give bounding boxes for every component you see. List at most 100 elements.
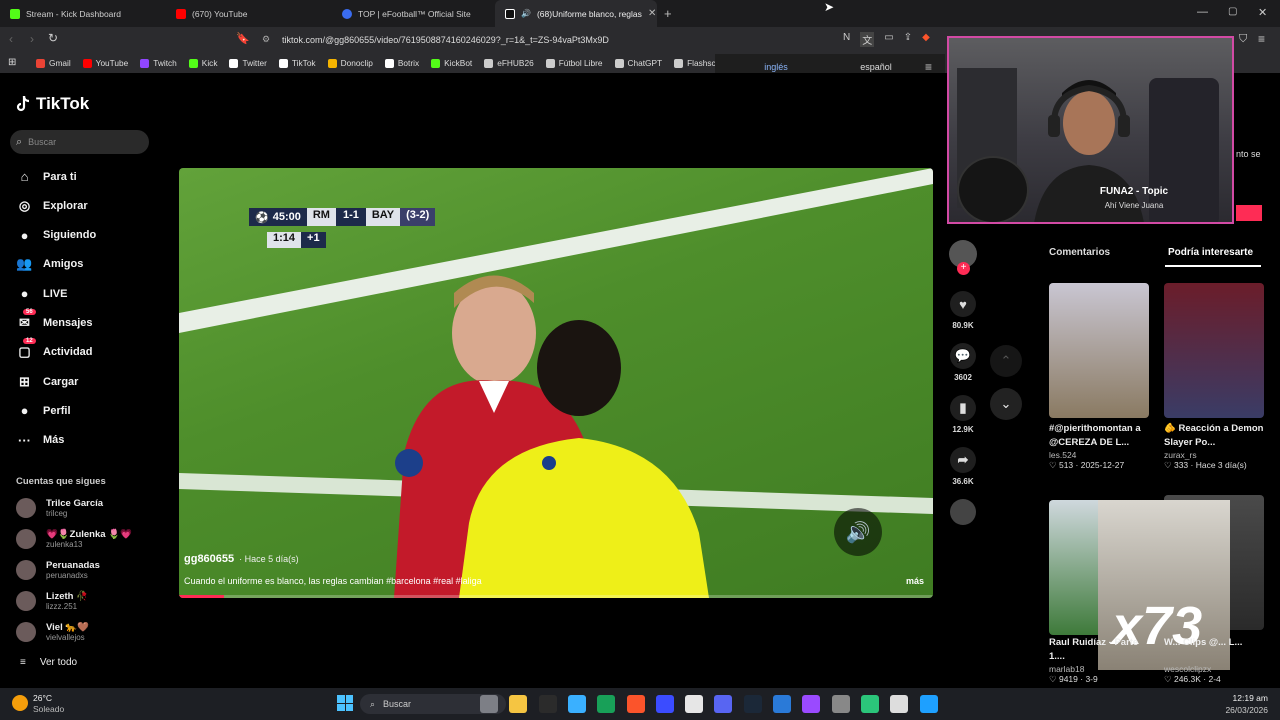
bookmark-9[interactable]: eFHUB26	[484, 58, 534, 68]
cast-icon[interactable]: ▭	[884, 32, 893, 47]
sound-disc-icon[interactable]	[950, 499, 976, 525]
brave-icon[interactable]: ◆	[922, 32, 930, 47]
taskbar-app-icon[interactable]	[831, 695, 850, 713]
menu-icon[interactable]: ≡	[1258, 32, 1265, 46]
bookmark-1[interactable]: YouTube	[82, 58, 128, 68]
sidebar-item-8[interactable]: ● Perfil	[16, 402, 71, 419]
see-all-link[interactable]: ≡ Ver todo	[20, 657, 77, 668]
taskbar-app-icon[interactable]	[773, 695, 791, 713]
taskbar-app-icon[interactable]	[890, 695, 909, 713]
weather-sun-icon	[12, 695, 28, 711]
bookmark-10[interactable]: Fútbol Libre	[545, 58, 603, 68]
taskbar-app-icon[interactable]	[626, 695, 645, 713]
next-video-icon[interactable]: ⌄	[990, 388, 1022, 420]
volume-icon[interactable]: 🔊	[834, 508, 882, 556]
taskbar-app-icon[interactable]	[567, 695, 586, 713]
related-card-thumb-1[interactable]	[1049, 283, 1149, 418]
shield-icon[interactable]: ⛉	[1239, 33, 1247, 46]
video-progress-track[interactable]	[179, 595, 933, 598]
save-button[interactable]: ▮ 12.9K	[948, 395, 978, 434]
tab-kick-dashboard[interactable]: Stream - Kick Dashboard	[0, 0, 166, 27]
taskbar-app-icon[interactable]	[538, 695, 557, 713]
translate-menu-icon[interactable]: ≡	[925, 60, 932, 74]
sidebar-item-9[interactable]: ··· Más	[16, 432, 64, 449]
video-player[interactable]: ⚽ 45:00 RM 1-1 BAY (3-2) 1:14 +1 🔊 gg860…	[179, 168, 933, 598]
maximize-button[interactable]: ▢	[1228, 6, 1237, 17]
bookmark-8[interactable]: KickBot	[431, 58, 472, 68]
sidebar-item-3[interactable]: 👥 Amigos	[16, 256, 83, 273]
following-item[interactable]: 💗🌷Zulenka 🌷💗 zulenka13	[16, 529, 132, 549]
previous-video-icon[interactable]: ⌃	[990, 345, 1022, 377]
caption-more-button[interactable]: más	[906, 576, 924, 586]
sidebar-item-2[interactable]: ● Siguiendo	[16, 227, 97, 244]
windows-start-icon[interactable]	[337, 695, 353, 711]
taskbar-app-icon[interactable]	[655, 695, 674, 713]
taskbar-app-icon[interactable]	[714, 695, 733, 713]
clock-time[interactable]: 12:19 am	[1200, 693, 1268, 703]
video-author[interactable]: gg860655	[184, 553, 234, 565]
author-avatar[interactable]: +	[949, 240, 977, 275]
bookmark-4[interactable]: Twitter	[229, 58, 267, 68]
sidebar-item-0[interactable]: ⌂ Para ti	[16, 168, 77, 185]
bookmark-0[interactable]: Gmail	[36, 58, 71, 68]
reader-icon[interactable]: N	[843, 32, 850, 47]
taskbar-search-icon: ⌕	[370, 698, 376, 709]
tab-tiktok-active[interactable]: 🔊 (68)Uniforme blanco, reglas d ✕	[495, 0, 657, 27]
share-icon[interactable]: ⇪	[904, 32, 912, 47]
sidebar-item-1[interactable]: ◎ Explorar	[16, 197, 88, 214]
weather-temp[interactable]: 26°C	[33, 693, 52, 703]
back-icon[interactable]: ‹	[9, 32, 13, 46]
tab-related[interactable]: Podría interesarte	[1168, 247, 1253, 258]
new-tab-button[interactable]: +	[664, 6, 672, 21]
close-window-button[interactable]: ✕	[1258, 6, 1267, 19]
close-tab-icon[interactable]: ✕	[648, 8, 656, 19]
address-bar[interactable]: ⚙ tiktok.com/@gg860655/video/76195088741…	[256, 30, 836, 50]
translate-lang-spanish[interactable]: español	[827, 62, 925, 72]
related-card-info[interactable]: 🫵 Reacción a Demon Slayer Po... zurax_rs ♡…	[1164, 422, 1264, 471]
bookmark-3[interactable]: Kick	[188, 58, 217, 68]
minimize-button[interactable]: —	[1197, 6, 1208, 18]
translate-icon[interactable]: 文	[860, 32, 875, 47]
taskbar-app-icon[interactable]	[743, 695, 762, 713]
sidebar-item-7[interactable]: ⊞ Cargar	[16, 373, 78, 390]
following-item[interactable]: Viel 🐆🤎 vielvallejos	[16, 622, 89, 642]
share-button[interactable]: ➦ 36.6K	[948, 447, 978, 486]
related-card-info[interactable]: #@pierithomontan a @CEREZA DE L... les.52…	[1049, 422, 1149, 471]
following-item[interactable]: Peruanadas peruanadxs	[16, 560, 100, 580]
bookmark-11[interactable]: ChatGPT	[614, 58, 662, 68]
tab-efootball[interactable]: TOP | eFootball™ Official Site	[332, 0, 494, 27]
clock-date: 26/03/2026	[1225, 705, 1268, 715]
related-card-thumb-2[interactable]	[1164, 283, 1264, 418]
taskbar-app-icon[interactable]	[919, 695, 938, 713]
follow-plus-icon[interactable]: +	[957, 262, 970, 275]
bookmark-7[interactable]: Botrix	[384, 58, 419, 68]
tab-youtube[interactable]: (670) YouTube	[166, 0, 332, 27]
bookmark-5[interactable]: TikTok	[278, 58, 316, 68]
taskbar-app-icon[interactable]	[802, 695, 821, 713]
bookmark-6[interactable]: Donoclip	[327, 58, 373, 68]
forward-icon[interactable]: ›	[30, 32, 34, 46]
related-card-info[interactable]: Raul Ruidíaz - Parte 1.... marlab18 ♡ 9419…	[1049, 636, 1149, 685]
sidebar-item-6[interactable]: ▢ 12 Actividad	[16, 337, 93, 361]
taskbar-app-icon[interactable]	[685, 695, 704, 713]
tiktok-search-input[interactable]: ⌕ Buscar	[10, 130, 149, 154]
reload-icon[interactable]: ↻	[48, 31, 58, 45]
taskbar-app-icon[interactable]	[480, 695, 498, 713]
taskbar-app-icon[interactable]	[509, 695, 528, 713]
following-item[interactable]: Trilce García trilceg	[16, 498, 103, 518]
bookmark-2[interactable]: Twitch	[140, 58, 177, 68]
taskbar-app-icon[interactable]	[597, 695, 616, 713]
following-item[interactable]: Lizeth 🥀 lizzz.251	[16, 591, 88, 611]
speaker-icon: 🔊	[521, 9, 531, 18]
comment-button[interactable]: 💬 3602	[948, 343, 978, 382]
tiktok-logo[interactable]: TikTok	[16, 94, 89, 114]
taskbar-app-icon[interactable]	[860, 695, 879, 713]
bookmark-icon[interactable]: 🔖	[236, 32, 250, 45]
sidebar-item-4[interactable]: ● LIVE	[16, 285, 68, 302]
like-button[interactable]: ♥ 80.9K	[948, 291, 978, 330]
site-settings-icon[interactable]: ⚙	[262, 34, 270, 45]
tab-comments[interactable]: Comentarios	[1049, 247, 1110, 258]
apps-grid-icon[interactable]: ⊞	[8, 57, 16, 68]
sidebar-item-5[interactable]: ✉ 56 Mensajes	[16, 308, 93, 332]
related-card-info[interactable]: W... Clips @... L... wescolclipzx ♡ 246.3K…	[1164, 636, 1264, 685]
